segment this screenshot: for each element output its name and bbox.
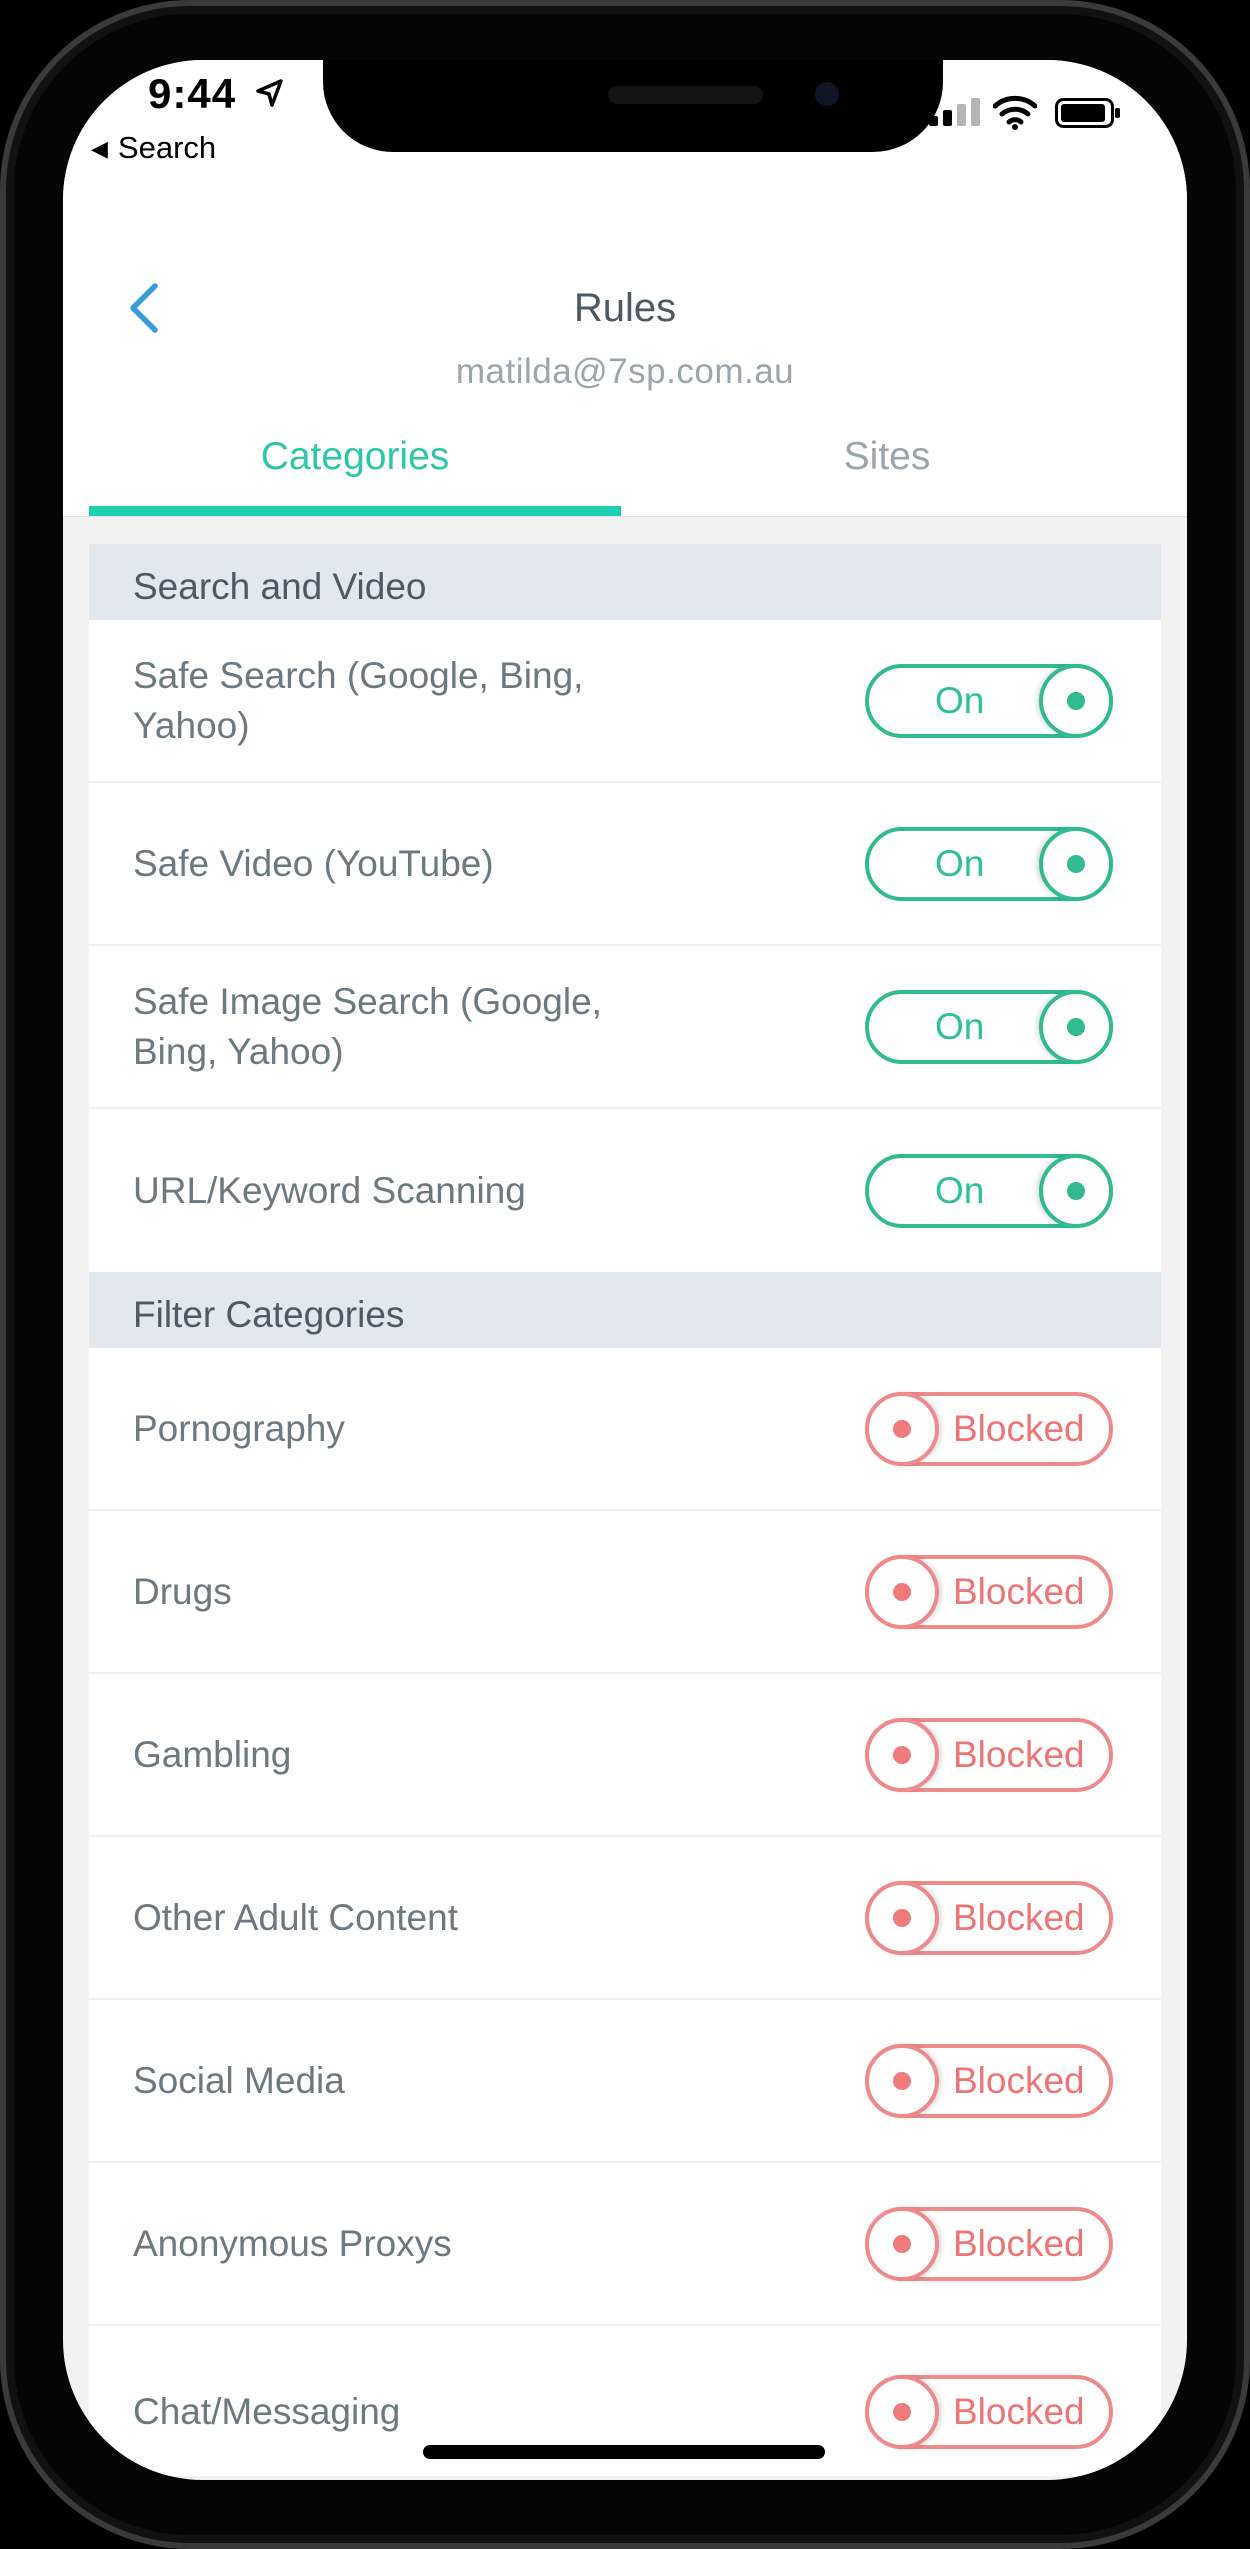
toggle-state-label: Blocked — [953, 1407, 1085, 1449]
nav-header: Rules matilda@7sp.com.au Categories Site… — [63, 180, 1187, 517]
screen: 9:44 ◀ Search Rules matilda@7sp.com.au C… — [63, 60, 1187, 2480]
list-item: Safe Video (YouTube) On — [89, 783, 1161, 946]
toggle-knob — [1039, 826, 1113, 901]
toggle-dot — [893, 1419, 911, 1438]
toggle-dot — [893, 1745, 911, 1764]
toggle-state-label: On — [935, 1005, 985, 1047]
toggle-dot — [893, 1908, 911, 1927]
rule-label: Anonymous Proxys — [133, 2222, 452, 2264]
rule-label: Safe Search (Google, Bing, Yahoo) — [133, 654, 584, 746]
toggle-knob — [1039, 1153, 1113, 1228]
header-divider — [63, 516, 1187, 517]
toggle-knob — [865, 2206, 939, 2281]
list-item: Gambling Blocked — [89, 1674, 1161, 1837]
toggle-state-label: On — [935, 1169, 985, 1211]
pornography-toggle[interactable]: Blocked — [865, 1391, 1113, 1466]
rule-label: Safe Video (YouTube) — [133, 842, 494, 884]
toggle-state-label: Blocked — [953, 1896, 1085, 1938]
gambling-toggle[interactable]: Blocked — [865, 1717, 1113, 1792]
location-arrow-icon — [256, 79, 283, 107]
rule-label: Social Media — [133, 2059, 345, 2101]
url-keyword-scanning-toggle[interactable]: On — [865, 1153, 1113, 1228]
toggle-knob — [1039, 989, 1113, 1064]
rule-label: Drugs — [133, 1570, 232, 1612]
toggle-dot — [1067, 854, 1085, 873]
toggle-state-label: On — [935, 679, 985, 721]
list-item: Drugs Blocked — [89, 1511, 1161, 1674]
rule-label: Chat/Messaging — [133, 2390, 401, 2432]
notch — [323, 60, 943, 152]
list-item: Other Adult Content Blocked — [89, 1837, 1161, 2000]
tab-sites[interactable]: Sites — [621, 435, 1153, 479]
safe-search-toggle[interactable]: On — [865, 663, 1113, 738]
social-media-toggle[interactable]: Blocked — [865, 2043, 1113, 2118]
section-search-video: Safe Search (Google, Bing, Yahoo) On Saf… — [89, 620, 1161, 1272]
section-header-filter-categories: Filter Categories — [89, 1272, 1161, 1348]
rules-list: Search and Video Safe Search (Google, Bi… — [89, 544, 1161, 2476]
wifi-icon — [993, 95, 1037, 130]
rule-label: Safe Image Search (Google, Bing, Yahoo) — [133, 980, 602, 1072]
page-title: Rules — [573, 286, 677, 330]
toggle-state-label: Blocked — [953, 2390, 1085, 2432]
rule-label: Other Adult Content — [133, 1896, 458, 1938]
section-header-search-video: Search and Video — [89, 544, 1161, 620]
toggle-dot — [1067, 1181, 1085, 1200]
rule-label: Pornography — [133, 1407, 345, 1449]
speaker — [608, 86, 763, 104]
toggle-dot — [1067, 691, 1085, 710]
phone-frame: 9:44 ◀ Search Rules matilda@7sp.com.au C… — [0, 0, 1250, 2549]
drugs-toggle[interactable]: Blocked — [865, 1554, 1113, 1629]
back-triangle-icon: ◀ — [91, 136, 108, 161]
toggle-knob — [865, 2374, 939, 2449]
back-to-app-link[interactable]: ◀ Search — [91, 130, 216, 166]
section-filter-categories: Pornography Blocked Drugs Blocked Gambli… — [89, 1348, 1161, 2476]
tab-categories[interactable]: Categories — [89, 435, 621, 479]
account-email: matilda@7sp.com.au — [455, 352, 795, 391]
front-camera — [815, 82, 839, 106]
toggle-knob — [865, 1391, 939, 1466]
list-item: Safe Image Search (Google, Bing, Yahoo) … — [89, 946, 1161, 1109]
chat-messaging-toggle[interactable]: Blocked — [865, 2374, 1113, 2449]
rule-label: Gambling — [133, 1733, 292, 1775]
toggle-dot — [893, 2402, 911, 2421]
toggle-knob — [865, 1717, 939, 1792]
safe-video-toggle[interactable]: On — [865, 826, 1113, 901]
toggle-dot — [893, 2071, 911, 2090]
back-to-app-label: Search — [117, 130, 217, 165]
toggle-state-label: Blocked — [953, 1733, 1085, 1775]
anonymous-proxys-toggle[interactable]: Blocked — [865, 2206, 1113, 2281]
safe-image-search-toggle[interactable]: On — [865, 989, 1113, 1064]
home-indicator[interactable] — [423, 2445, 825, 2459]
toggle-dot — [893, 2234, 911, 2253]
status-time: 9:44 — [148, 70, 237, 117]
list-item: Social Media Blocked — [89, 2000, 1161, 2163]
toggle-state-label: Blocked — [953, 2222, 1085, 2264]
toggle-knob — [865, 1880, 939, 1955]
list-item: Pornography Blocked — [89, 1348, 1161, 1511]
other-adult-content-toggle[interactable]: Blocked — [865, 1880, 1113, 1955]
list-item: Anonymous Proxys Blocked — [89, 2163, 1161, 2326]
list-item: URL/Keyword Scanning On — [89, 1109, 1161, 1272]
toggle-knob — [865, 1554, 939, 1629]
toggle-state-label: Blocked — [953, 1570, 1085, 1612]
toggle-dot — [893, 1582, 911, 1601]
rule-label: URL/Keyword Scanning — [133, 1169, 526, 1211]
toggle-state-label: Blocked — [953, 2059, 1085, 2101]
list-item: Safe Search (Google, Bing, Yahoo) On — [89, 620, 1161, 783]
toggle-dot — [1067, 1017, 1085, 1036]
toggle-knob — [1039, 663, 1113, 738]
toggle-state-label: On — [935, 842, 985, 884]
battery-icon — [1055, 98, 1120, 128]
toggle-knob — [865, 2043, 939, 2118]
